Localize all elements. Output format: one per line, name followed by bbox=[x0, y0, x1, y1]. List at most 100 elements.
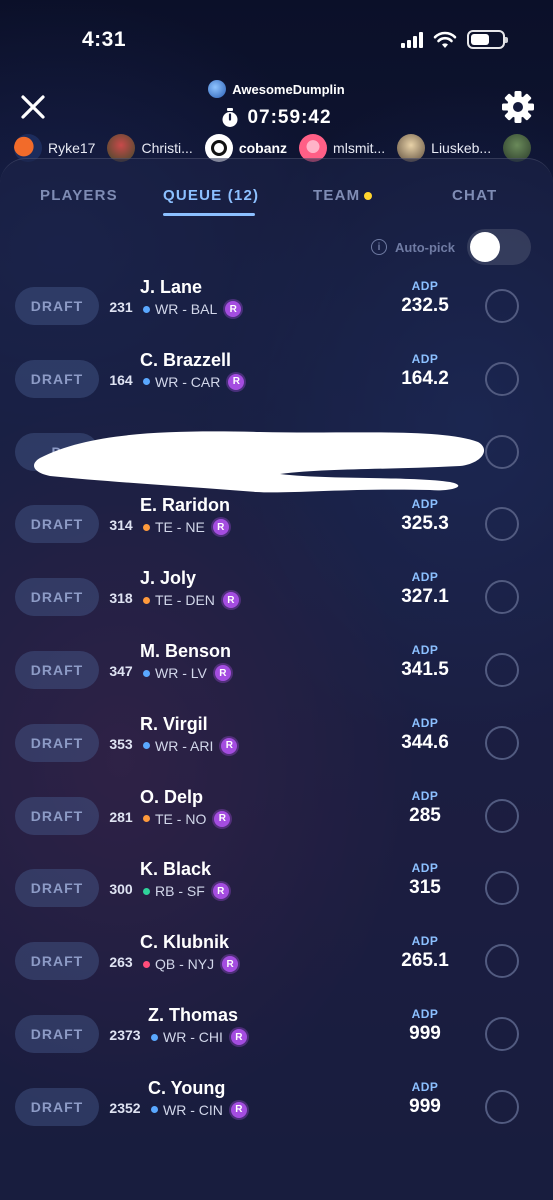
gear-icon[interactable] bbox=[501, 90, 535, 124]
toggle-knob bbox=[470, 232, 500, 262]
notification-dot bbox=[364, 192, 373, 201]
current-drafter-name: AwesomeDumplin bbox=[232, 81, 345, 97]
player-name[interactable]: C. Brazzell bbox=[140, 350, 231, 371]
player-meta: TE - NO R bbox=[143, 810, 231, 827]
player-name[interactable]: R. Virgil bbox=[140, 714, 208, 735]
select-circle[interactable] bbox=[485, 871, 519, 906]
select-circle[interactable] bbox=[485, 1089, 519, 1124]
draft-button[interactable]: DRAFT bbox=[15, 359, 99, 398]
drafter-name: Christi... bbox=[141, 140, 193, 156]
draft-button[interactable]: DRAFT bbox=[15, 287, 99, 325]
header-center: AwesomeDumplin 07:59:42 bbox=[0, 80, 553, 129]
timer-value: 07:59:42 bbox=[247, 107, 332, 128]
player-name[interactable]: C. Young bbox=[148, 1078, 225, 1099]
rookie-badge-icon: R bbox=[230, 1029, 247, 1045]
position-dot bbox=[151, 1033, 158, 1041]
draft-button[interactable]: DRAFT bbox=[15, 942, 99, 981]
player-name[interactable]: O. Delp bbox=[140, 787, 203, 808]
draft-button[interactable]: DRAFT bbox=[15, 1087, 99, 1126]
player-name[interactable]: J. Joly bbox=[140, 568, 196, 589]
wifi-icon bbox=[433, 31, 457, 48]
adp-label: ADP bbox=[411, 570, 439, 585]
position-team: WR - CHI bbox=[163, 1029, 223, 1045]
rookie-badge-icon: R bbox=[228, 373, 245, 390]
adp-label: ADP bbox=[411, 1007, 439, 1021]
tab-players[interactable]: PLAYERS bbox=[40, 187, 118, 204]
draft-button[interactable]: DRAFT bbox=[15, 578, 99, 617]
queue-row: DRAFT 347 M. Benson WR - LV R ADP 341.5 bbox=[0, 641, 553, 723]
adp-value: 999 bbox=[409, 1023, 441, 1044]
cellular-signal-icon bbox=[401, 31, 423, 48]
select-circle[interactable] bbox=[485, 653, 519, 687]
position-dot bbox=[143, 305, 150, 313]
autopick-toggle[interactable] bbox=[467, 229, 531, 265]
rookie-badge-icon: R bbox=[214, 665, 231, 681]
select-circle[interactable] bbox=[485, 798, 519, 833]
player-meta: WR - CIN R bbox=[151, 1101, 247, 1118]
tab-chat[interactable]: CHAT bbox=[452, 187, 497, 204]
adp-value: 285 bbox=[409, 804, 441, 826]
queue-row: DRAFT 164 C. Brazzell WR - CAR R ADP 164.2 bbox=[0, 350, 553, 432]
player-rank: 263 bbox=[109, 954, 133, 971]
adp-label: ADP bbox=[411, 279, 439, 293]
select-circle[interactable] bbox=[485, 944, 519, 979]
position-team: WR - CAR bbox=[155, 373, 221, 390]
adp-value: 341.5 bbox=[401, 659, 449, 680]
stopwatch-icon bbox=[222, 108, 238, 127]
position-dot bbox=[143, 378, 150, 386]
position-dot bbox=[143, 523, 150, 531]
adp-value: 164.2 bbox=[401, 367, 449, 389]
queue-row: DRAFT 231 J. Lane WR - BAL R ADP 232.5 bbox=[0, 277, 553, 359]
draft-header: AwesomeDumplin 07:59:42 bbox=[0, 78, 553, 138]
player-rank: 2373 bbox=[109, 1027, 141, 1043]
adp-value: 325.3 bbox=[401, 513, 449, 535]
player-name[interactable]: C. Klubnik bbox=[140, 932, 229, 953]
player-name[interactable]: E. Raridon bbox=[140, 495, 230, 516]
player-meta: WR - CAR R bbox=[143, 373, 245, 390]
draft-button[interactable]: DRAFT bbox=[15, 505, 99, 544]
info-icon[interactable]: i bbox=[371, 239, 388, 255]
queue-row: DRAFT 263 C. Klubnik QB - NYJ R ADP 265.1 bbox=[0, 932, 553, 1014]
player-name[interactable]: Z. Thomas bbox=[148, 1005, 238, 1026]
select-circle[interactable] bbox=[485, 580, 519, 615]
player-name[interactable]: J. Lane bbox=[140, 277, 202, 298]
position-team: WR - LV bbox=[155, 665, 207, 681]
draft-button[interactable]: DRAFT bbox=[15, 1015, 99, 1053]
autopick-label: Auto-pick bbox=[395, 239, 455, 255]
player-name[interactable]: M. Benson bbox=[140, 641, 231, 662]
position-team: RB - SF bbox=[155, 883, 205, 900]
queue-row: DRAFT 318 J. Joly TE - DEN R ADP 327.1 bbox=[0, 568, 553, 650]
position-team: QB - NYJ bbox=[155, 956, 215, 973]
player-name[interactable]: K. Black bbox=[140, 859, 211, 880]
tab-queue[interactable]: QUEUE (12) bbox=[163, 187, 259, 204]
draft-screen: 4:31 AwesomeDumplin 07:59:42 Ryke17 Chri… bbox=[0, 0, 553, 1200]
select-circle[interactable] bbox=[485, 507, 519, 542]
drafter-name: cobanz bbox=[238, 140, 288, 156]
tab-team[interactable]: TEAM bbox=[313, 187, 373, 204]
status-icons bbox=[401, 30, 508, 49]
draft-button[interactable]: DRAFT bbox=[15, 723, 99, 762]
select-circle[interactable] bbox=[485, 289, 519, 323]
current-drafter: AwesomeDumplin bbox=[208, 80, 345, 98]
drafter-name: mlsmit... bbox=[333, 140, 386, 156]
select-circle[interactable] bbox=[485, 1017, 519, 1051]
draft-button[interactable]: DRAFT bbox=[15, 869, 99, 908]
adp-value: 315 bbox=[409, 877, 441, 899]
adp-label: ADP bbox=[411, 788, 439, 803]
tab-bar: PLAYERS QUEUE (12) TEAM CHAT bbox=[0, 159, 553, 231]
draft-button[interactable]: DRAFT bbox=[15, 651, 99, 689]
position-team: WR - ARI bbox=[155, 737, 214, 754]
player-rank: 318 bbox=[109, 590, 133, 607]
select-circle[interactable] bbox=[485, 434, 519, 469]
position-dot bbox=[143, 815, 150, 823]
rookie-badge-icon: R bbox=[214, 810, 231, 827]
redaction-scribble bbox=[34, 431, 485, 493]
draft-button[interactable]: DRAFT bbox=[15, 796, 99, 835]
player-meta: RB - SF R bbox=[143, 883, 229, 900]
select-circle[interactable] bbox=[485, 725, 519, 760]
select-circle[interactable] bbox=[485, 361, 519, 396]
position-team: TE - NE bbox=[155, 519, 205, 536]
adp-value: 344.6 bbox=[401, 731, 449, 753]
rookie-badge-icon: R bbox=[212, 883, 229, 900]
queue-row: DRAFT 281 O. Delp TE - NO R ADP 285 bbox=[0, 787, 553, 869]
